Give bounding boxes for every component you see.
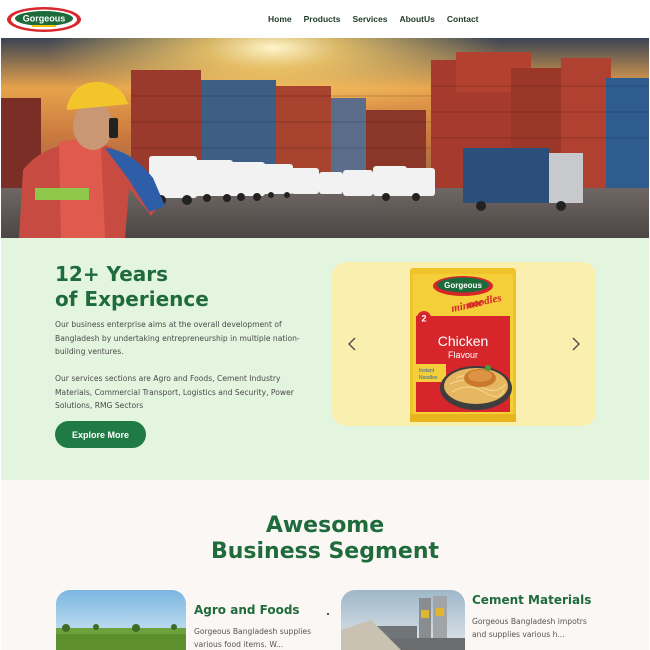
site-header: Gorgeous Home Products Services AboutUs … [0,0,650,38]
separator-dot [327,613,329,615]
main-nav: Home Products Services AboutUs Contact [268,14,479,24]
nav-home[interactable]: Home [268,14,292,24]
explore-more-button[interactable]: Explore More [55,421,146,448]
agro-foods-title[interactable]: Agro and Foods [194,603,300,617]
experience-title: 12+ Years of Experience [55,262,209,311]
cement-materials-description: Gorgeous Bangladesh impotrs and supplies… [472,617,587,639]
experience-paragraph-services: Our services sections are Agro and Foods… [55,374,294,410]
nav-products[interactable]: Products [304,14,341,24]
chevron-left-icon[interactable] [344,334,360,354]
hero-banner [1,38,649,238]
package-brand: Gorgeous [444,281,482,290]
business-segment-section: Awesome Business Segment Agro and Foods … [1,480,649,650]
experience-section: 12+ Years of Experience Our business ent… [1,238,649,480]
noodles-package-image: Gorgeous 2 minute noodles Chicken Flavou… [410,268,516,422]
package-flavour-chicken: Chicken [438,333,489,349]
product-carousel: Gorgeous 2 minute noodles Chicken Flavou… [332,262,596,426]
nav-about-us[interactable]: AboutUs [399,14,434,24]
cement-materials-title[interactable]: Cement Materials [472,593,591,607]
package-tag-noodles: Noodles [419,375,438,381]
experience-paragraph-mission: Our business enterprise aims at the over… [55,320,300,356]
chevron-right-icon[interactable] [568,334,584,354]
nav-services[interactable]: Services [352,14,387,24]
package-flavour-label: Flavour [448,350,478,360]
gorgeous-logo[interactable]: Gorgeous [6,6,82,33]
logo-text: Gorgeous [23,14,66,24]
agro-foods-image[interactable] [56,590,186,650]
cement-materials-image[interactable] [341,590,465,650]
package-minute-number: 2 [421,314,426,324]
segment-title: Awesome Business Segment [210,513,440,564]
agro-foods-description: Gorgeous Bangladesh supplies various foo… [194,627,312,649]
hero-image [1,38,649,238]
package-tag-instant: Instant [419,368,435,374]
nav-contact[interactable]: Contact [447,14,479,24]
